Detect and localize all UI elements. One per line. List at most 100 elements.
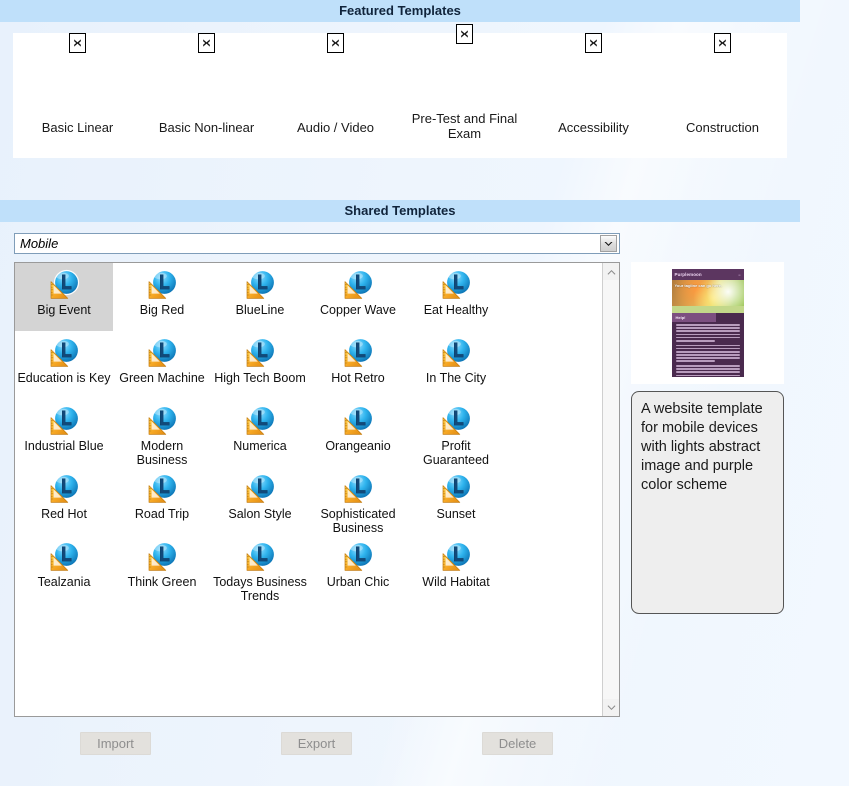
template-icon [145, 268, 179, 302]
template-grid-item[interactable]: Education is Key [15, 331, 113, 399]
template-grid-item[interactable]: Wild Habitat [407, 535, 505, 603]
template-label: Sunset [436, 507, 476, 521]
template-icon [243, 404, 277, 438]
template-icon [47, 472, 81, 506]
import-button[interactable]: Import [80, 732, 151, 755]
export-button[interactable]: Export [281, 732, 352, 755]
featured-template-item[interactable]: Construction [658, 33, 787, 158]
template-grid-item[interactable]: BlueLine [211, 263, 309, 331]
template-grid-item[interactable]: Red Hot [15, 467, 113, 535]
template-label: Modern Business [136, 439, 188, 467]
template-grid-item[interactable]: Sunset [407, 467, 505, 535]
template-label: Education is Key [17, 371, 111, 385]
template-grid-item[interactable]: Hot Retro [309, 331, 407, 399]
template-grid-item[interactable]: Profit Guaranteed [407, 399, 505, 467]
template-label: Red Hot [41, 507, 87, 521]
template-grid-item[interactable]: Tealzania [15, 535, 113, 603]
template-grid-item[interactable]: Numerica [211, 399, 309, 467]
template-icon [243, 268, 277, 302]
thumbnail-help-label: Help! [675, 315, 686, 320]
template-label: Todays Business Trends [213, 575, 307, 603]
featured-template-item[interactable]: Audio / Video [271, 33, 400, 158]
cart-icon: ▪▪ [738, 272, 741, 277]
template-grid-item[interactable]: In The City [407, 331, 505, 399]
template-description-text: A website template for mobile devices wi… [641, 401, 763, 493]
template-label: Tealzania [37, 575, 91, 589]
template-grid: Big Event Big Red BlueLine Copper Wave Eat H… [15, 263, 602, 603]
template-grid-item[interactable]: Green Machine [113, 331, 211, 399]
chevron-up-icon[interactable] [603, 263, 619, 280]
shared-templates-listbox[interactable]: Big Event Big Red BlueLine Copper Wave Eat H… [14, 262, 620, 717]
template-grid-item[interactable]: Copper Wave [309, 263, 407, 331]
template-grid-item[interactable]: Salon Style [211, 467, 309, 535]
featured-template-label: Audio / Video [296, 120, 375, 135]
template-label: Think Green [127, 575, 197, 589]
template-label: Sophisticated Business [320, 507, 396, 535]
template-grid-item[interactable]: Orangeanio [309, 399, 407, 467]
template-icon [439, 268, 473, 302]
template-icon [243, 336, 277, 370]
template-preview-panel: Purplemoon ▪▪ Your tagline can go here. … [631, 262, 784, 384]
template-manager-page: Featured Templates Basic Linear Basic Non… [0, 0, 849, 786]
delete-button[interactable]: Delete [482, 732, 553, 755]
template-grid-item[interactable]: Sophisticated Business [309, 467, 407, 535]
template-grid-item[interactable]: Industrial Blue [15, 399, 113, 467]
broken-image-icon [585, 33, 602, 53]
template-label: Salon Style [228, 507, 292, 521]
broken-image-icon [69, 33, 86, 53]
chevron-down-icon[interactable] [603, 699, 619, 716]
template-grid-item[interactable]: Big Red [113, 263, 211, 331]
template-icon [439, 540, 473, 574]
template-label: Orangeanio [325, 439, 391, 453]
template-label: Industrial Blue [24, 439, 104, 453]
template-label: Wild Habitat [422, 575, 490, 589]
thumbnail-help-tab: Help! [671, 313, 716, 322]
featured-templates-panel: Basic Linear Basic Non-linear Audio / Vide… [13, 24, 787, 158]
template-grid-item[interactable]: Think Green [113, 535, 211, 603]
template-grid-item[interactable]: High Tech Boom [211, 331, 309, 399]
template-icon [439, 404, 473, 438]
thumbnail-title: Purplemoon [674, 272, 702, 277]
template-label: Road Trip [134, 507, 190, 521]
template-grid-item[interactable]: Todays Business Trends [211, 535, 309, 603]
template-icon [439, 472, 473, 506]
thumbnail-hero-text: Your tagline can go here. [674, 283, 723, 288]
template-description-box: A website template for mobile devices wi… [631, 391, 784, 614]
template-icon [341, 472, 375, 506]
template-icon [47, 540, 81, 574]
template-grid-item[interactable]: Road Trip [113, 467, 211, 535]
template-grid-scrollbar[interactable] [602, 263, 619, 716]
template-label: Green Machine [119, 371, 205, 385]
template-grid-item[interactable]: Urban Chic [309, 535, 407, 603]
featured-template-item[interactable]: Pre-Test and Final Exam [400, 24, 529, 158]
featured-templates-row: Basic Linear Basic Non-linear Audio / Vide… [13, 24, 787, 158]
template-icon [145, 472, 179, 506]
category-dropdown[interactable]: Mobile [14, 233, 620, 254]
featured-template-item[interactable]: Accessibility [529, 33, 658, 158]
featured-template-label: Construction [686, 120, 759, 135]
thumbnail-hero-image: Your tagline can go here. [671, 280, 744, 306]
template-label: BlueLine [235, 303, 285, 317]
template-grid-item[interactable]: Big Event [15, 263, 113, 331]
template-grid-scrollarea: Big Event Big Red BlueLine Copper Wave Eat H… [15, 263, 602, 716]
shared-templates-header: Shared Templates [0, 200, 800, 222]
broken-image-icon [198, 33, 215, 53]
featured-template-item[interactable]: Basic Linear [13, 33, 142, 158]
featured-templates-header: Featured Templates [0, 0, 800, 22]
template-grid-item[interactable]: Modern Business [113, 399, 211, 467]
template-grid-item[interactable]: Eat Healthy [407, 263, 505, 331]
template-label: In The City [425, 371, 487, 385]
broken-image-icon [456, 24, 473, 44]
template-label: Hot Retro [331, 371, 385, 385]
template-icon [145, 404, 179, 438]
template-icon [145, 540, 179, 574]
template-label: High Tech Boom [214, 371, 306, 385]
template-label: Numerica [233, 439, 287, 453]
featured-template-label: Accessibility [558, 120, 629, 135]
template-icon [47, 404, 81, 438]
chevron-down-icon[interactable] [600, 235, 617, 252]
scrollbar-track[interactable] [603, 280, 619, 699]
template-icon [145, 336, 179, 370]
featured-template-item[interactable]: Basic Non-linear [142, 33, 271, 158]
broken-image-icon [327, 33, 344, 53]
